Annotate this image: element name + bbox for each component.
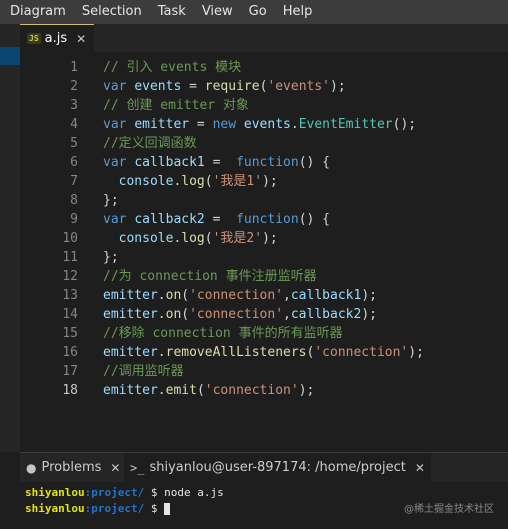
code-line[interactable]: 15 //移除 connection 事件的所有监听器 [20,324,508,343]
code-line[interactable]: 10 console.log('我是2'); [20,229,508,248]
code-line[interactable]: 16 emitter.removeAllListeners('connection… [20,343,508,362]
side-bar-edge [0,24,20,452]
code-line[interactable]: 6 var callback1 = function() { [20,153,508,172]
terminal-line-1: shiyanlou:project/ $ node a.js [25,486,224,499]
code-text: emitter.removeAllListeners('connection')… [103,345,424,360]
line-number: 15 [62,326,78,341]
code-text: console.log('我是1'); [118,174,278,189]
menu-go[interactable]: Go [241,0,275,24]
code-line[interactable]: 3 // 创建 emitter 对象 [20,96,508,115]
code-line[interactable]: 2 var events = require('events'); [20,77,508,96]
code-text: emitter.on('connection',callback2); [103,307,377,322]
code-text: }; [103,250,119,265]
code-line[interactable]: 1 // 引入 events 模块 [20,58,508,77]
code-text: // 引入 events 模块 [103,60,242,75]
code-text: console.log('我是2'); [118,231,278,246]
line-number: 5 [70,136,78,151]
line-number: 2 [70,79,78,94]
editor-tab-bar: JS a.js ✕ [20,24,508,52]
javascript-file-icon: JS [27,33,41,44]
line-number: 17 [62,364,78,379]
code-line[interactable]: 8}; [20,191,508,210]
code-text: //调用监听器 [103,364,184,379]
tab-close-icon[interactable]: ✕ [76,32,86,46]
line-number: 12 [62,269,78,284]
problems-close-icon[interactable]: ✕ [110,461,120,475]
line-number: 10 [62,231,78,246]
menu-help[interactable]: Help [275,0,321,24]
line-number: 4 [70,117,78,132]
terminal-cursor [164,503,171,515]
line-number: 9 [70,212,78,227]
problems-label: Problems [41,460,102,475]
menu-task[interactable]: Task [150,0,194,24]
tab-terminal[interactable]: >_ shiyanlou@user-897174: /home/project … [124,453,431,482]
terminal-command: node a.js [164,486,224,499]
code-line[interactable]: 4 var emitter = new events.EventEmitter()… [20,115,508,134]
line-number: 8 [70,193,78,208]
code-line[interactable]: 17 //调用监听器 [20,362,508,381]
code-text: var callback1 = function() { [103,155,331,170]
menu-diagram[interactable]: Diagram [0,0,74,24]
code-text: }; [103,193,119,208]
code-text: //定义回调函数 [103,136,197,151]
line-number: 6 [70,155,78,170]
selected-explorer-item[interactable] [0,47,20,65]
line-number: 11 [62,250,78,265]
code-line[interactable]: 13 emitter.on('connection',callback1); [20,286,508,305]
line-number: 3 [70,98,78,113]
terminal-close-icon[interactable]: ✕ [415,461,425,475]
line-number: 14 [62,307,78,322]
code-line[interactable]: 9 var callback2 = function() { [20,210,508,229]
code-text: var callback2 = function() { [103,212,331,227]
code-text: // 创建 emitter 对象 [103,98,249,113]
terminal-line-2: shiyanlou:project/ $ [25,501,171,517]
panel-tab-bar: ● Problems ✕ >_ shiyanlou@user-897174: /… [20,452,508,482]
menu-bar: Diagram Selection Task View Go Help [0,0,508,24]
circle-info-icon: ● [26,460,37,475]
code-text: //为 connection 事件注册监听器 [103,269,317,284]
line-number: 1 [70,60,78,75]
code-text: //移除 connection 事件的所有监听器 [103,326,343,341]
terminal-prompt-icon: >_ [130,460,145,475]
code-text: emitter.on('connection',callback1); [103,288,377,303]
code-line[interactable]: 5 //定义回调函数 [20,134,508,153]
tab-problems[interactable]: ● Problems ✕ [26,453,120,482]
tab-a-js[interactable]: JS a.js ✕ [20,24,94,52]
code-line[interactable]: 14 emitter.on('connection',callback2); [20,305,508,324]
code-text: var events = require('events'); [103,79,346,94]
code-line[interactable]: 7 console.log('我是1'); [20,172,508,191]
code-line[interactable]: 12 //为 connection 事件注册监听器 [20,267,508,286]
line-number: 18 [62,383,78,398]
terminal-tab-label: shiyanlou@user-897174: /home/project [149,460,406,475]
code-text: var emitter = new events.EventEmitter(); [103,117,417,132]
menu-view[interactable]: View [194,0,241,24]
tab-label: a.js [44,31,68,46]
code-line[interactable]: 11}; [20,248,508,267]
line-number: 13 [62,288,78,303]
line-number: 7 [70,174,78,189]
code-text: emitter.emit('connection'); [103,383,315,398]
watermark: @稀土掘金技术社区 [404,504,494,515]
code-line[interactable]: 18 emitter.emit('connection'); [20,381,508,400]
line-number: 16 [62,345,78,360]
code-editor[interactable]: 1 // 引入 events 模块 2 var events = require('e… [20,52,508,452]
menu-selection[interactable]: Selection [74,0,150,24]
